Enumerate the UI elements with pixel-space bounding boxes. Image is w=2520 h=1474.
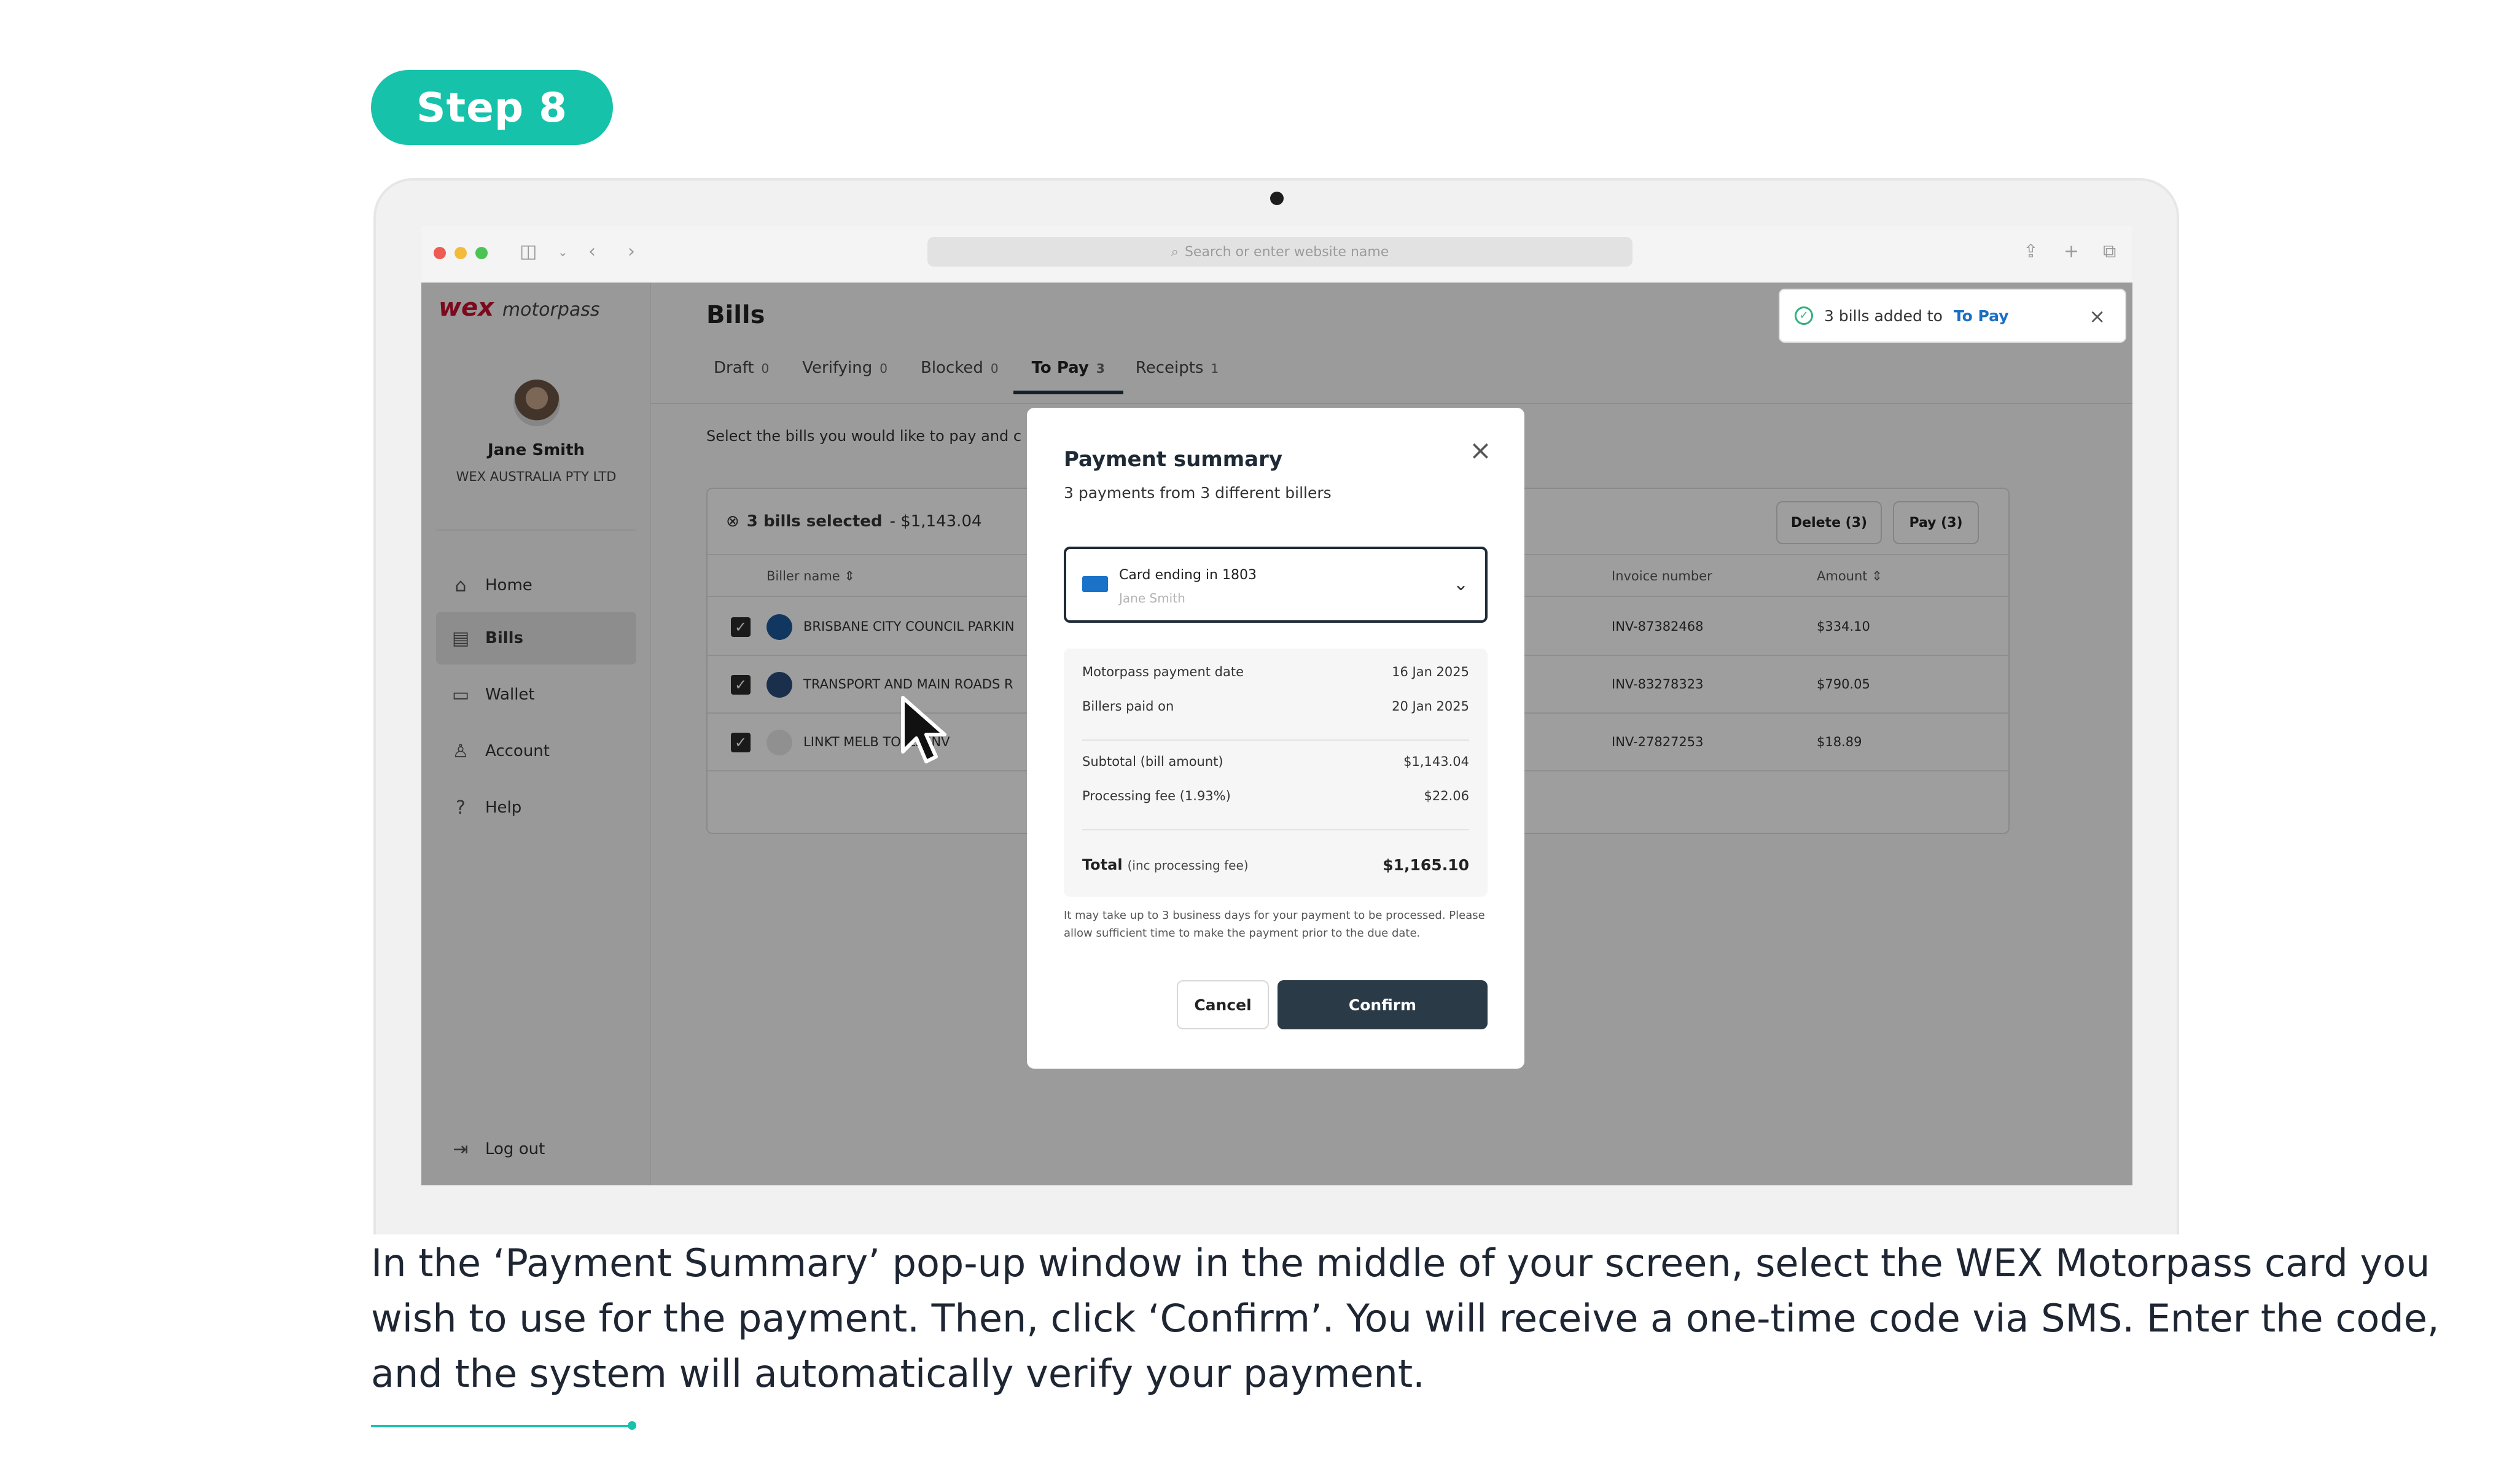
summary-label: Billers paid on <box>1082 699 1174 714</box>
chevron-down-icon: ⌄ <box>1453 574 1469 595</box>
address-bar[interactable]: ⌕ Search or enter website name <box>927 237 1633 267</box>
summary-value: 16 Jan 2025 <box>1392 665 1469 679</box>
chevron-down-icon[interactable]: ⌄ <box>558 243 568 261</box>
dialog-subtitle: 3 payments from 3 different billers <box>1064 484 1332 502</box>
summary-value: $22.06 <box>1424 789 1469 803</box>
tabs-overview-icon[interactable]: ⧉ <box>2103 243 2116 261</box>
toast-notification: ✓ 3 bills added to To Pay × <box>1779 289 2126 343</box>
divider <box>1082 829 1469 830</box>
check-circle-icon: ✓ <box>1795 306 1813 325</box>
summary-value: 20 Jan 2025 <box>1392 699 1469 714</box>
total-label: Total (inc processing fee) <box>1082 856 1249 873</box>
decorative-dot <box>628 1421 636 1430</box>
payment-summary-box: Motorpass payment date 16 Jan 2025 Bille… <box>1064 649 1488 897</box>
card-holder: Jane Smith <box>1119 591 1185 606</box>
card-label: Card ending in 1803 <box>1119 567 1257 583</box>
to-pay-link[interactable]: To Pay <box>1954 307 2009 325</box>
sidebar-toggle-icon[interactable]: ◫ <box>520 243 537 261</box>
divider <box>1082 739 1469 741</box>
mouse-cursor-icon <box>901 696 946 763</box>
app-window: wex motorpass Jane Smith WEX AUSTRALIA P… <box>421 283 2132 1185</box>
forward-icon[interactable]: › <box>628 243 635 261</box>
instruction-caption: In the ‘Payment Summary’ pop-up window i… <box>371 1241 2440 1396</box>
maximize-window-button[interactable] <box>475 247 488 259</box>
share-icon[interactable]: ⇪ <box>2023 243 2038 261</box>
close-icon[interactable]: × <box>2089 305 2105 328</box>
card-select[interactable]: Card ending in 1803 Jane Smith ⌄ <box>1064 547 1488 623</box>
total-value: $1,165.10 <box>1383 856 1469 874</box>
dialog-title: Payment summary <box>1064 447 1283 472</box>
summary-value: $1,143.04 <box>1403 754 1469 769</box>
close-window-button[interactable] <box>434 247 446 259</box>
card-icon <box>1082 576 1108 592</box>
step-label: Step 8 <box>371 70 613 145</box>
payment-summary-dialog: Payment summary 3 payments from 3 differ… <box>1027 408 1524 1069</box>
processing-note: It may take up to 3 business days for yo… <box>1064 909 1485 940</box>
camera-icon <box>1270 192 1284 205</box>
back-icon[interactable]: ‹ <box>588 243 596 261</box>
close-icon[interactable]: × <box>1469 437 1492 464</box>
address-placeholder: Search or enter website name <box>1184 244 1389 260</box>
decorative-underline <box>371 1425 634 1427</box>
search-icon: ⌕ <box>1171 244 1179 260</box>
minimize-window-button[interactable] <box>454 247 467 259</box>
summary-label: Subtotal (bill amount) <box>1082 754 1223 769</box>
summary-label: Motorpass payment date <box>1082 665 1244 679</box>
new-tab-icon[interactable]: + <box>2064 243 2079 261</box>
cancel-button[interactable]: Cancel <box>1177 980 1269 1029</box>
confirm-button[interactable]: Confirm <box>1278 980 1488 1029</box>
summary-label: Processing fee (1.93%) <box>1082 789 1231 803</box>
